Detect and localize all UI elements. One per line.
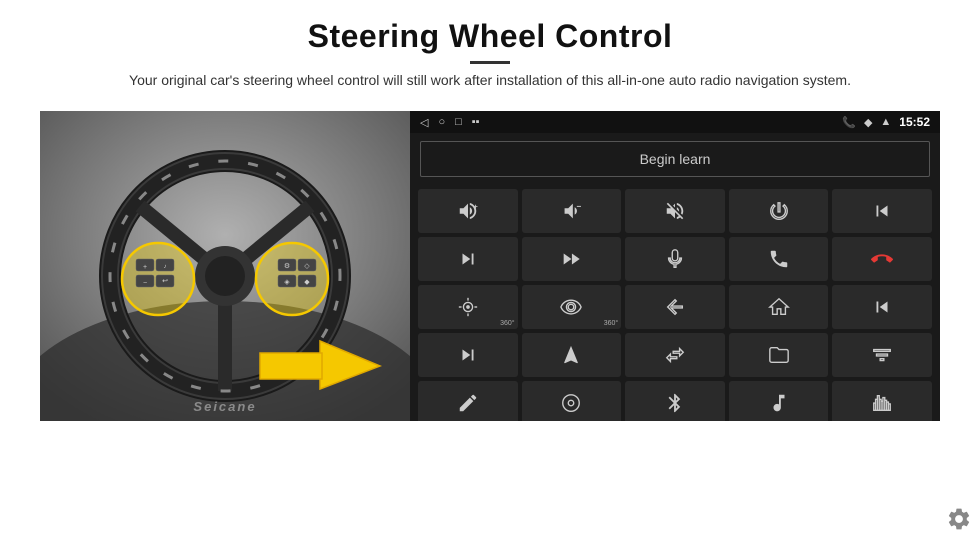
eq-button[interactable] bbox=[832, 333, 932, 377]
folder-button[interactable] bbox=[729, 333, 829, 377]
gear-icon-container[interactable] bbox=[946, 506, 972, 538]
status-bar: ◁ ○ □ ▪▪ 📞 ◆ ▲ 15:52 bbox=[410, 111, 940, 133]
status-left-icons: ◁ ○ □ ▪▪ bbox=[420, 116, 480, 129]
flashlight-button[interactable]: 360° bbox=[418, 285, 518, 329]
skip-back-button[interactable] bbox=[832, 285, 932, 329]
steering-wheel-photo: + − ♪ ↩ ⚙ ◈ ◇ ◆ Seicane bbox=[40, 111, 410, 421]
page-container: Steering Wheel Control Your original car… bbox=[0, 0, 980, 546]
title-section: Steering Wheel Control Your original car… bbox=[129, 18, 851, 103]
nav-home-icon[interactable]: ○ bbox=[438, 116, 445, 128]
svg-text:−: − bbox=[143, 280, 147, 287]
page-subtitle: Your original car's steering wheel contr… bbox=[129, 70, 851, 91]
gps-icon: ◆ bbox=[864, 116, 872, 129]
mic-button[interactable] bbox=[625, 237, 725, 281]
navigate-button[interactable] bbox=[522, 333, 622, 377]
status-right-icons: 📞 ◆ ▲ 15:52 bbox=[842, 115, 930, 129]
title-divider bbox=[470, 61, 510, 64]
content-area: + − ♪ ↩ ⚙ ◈ ◇ ◆ Seicane bbox=[40, 111, 940, 421]
svg-text:−: − bbox=[577, 202, 582, 211]
page-title: Steering Wheel Control bbox=[129, 18, 851, 55]
back-button[interactable] bbox=[625, 285, 725, 329]
waveform-button[interactable] bbox=[832, 381, 932, 421]
nav-back-icon[interactable]: ◁ bbox=[420, 116, 428, 129]
hang-up-button[interactable] bbox=[832, 237, 932, 281]
svg-text:◈: ◈ bbox=[284, 279, 290, 286]
vol-up-button[interactable]: + bbox=[418, 189, 518, 233]
svg-text:Seicane: Seicane bbox=[193, 399, 256, 414]
svg-text:↩: ↩ bbox=[162, 278, 168, 285]
skip-forward-button[interactable] bbox=[418, 333, 518, 377]
music-note-button[interactable] bbox=[729, 381, 829, 421]
begin-learn-button[interactable]: Begin learn bbox=[420, 141, 930, 177]
settings-circle-button[interactable] bbox=[522, 381, 622, 421]
phone-signal-icon: 📞 bbox=[842, 116, 856, 129]
call-button[interactable] bbox=[729, 237, 829, 281]
wifi-icon: ▲ bbox=[880, 116, 891, 128]
pen-button[interactable] bbox=[418, 381, 518, 421]
status-time: 15:52 bbox=[899, 115, 930, 129]
vol-down-button[interactable]: − bbox=[522, 189, 622, 233]
fast-forward-button[interactable] bbox=[522, 237, 622, 281]
power-button[interactable] bbox=[729, 189, 829, 233]
svg-text:+: + bbox=[143, 264, 147, 271]
svg-text:◆: ◆ bbox=[304, 279, 310, 286]
bluetooth-button[interactable] bbox=[625, 381, 725, 421]
home-button[interactable] bbox=[729, 285, 829, 329]
svg-text:◇: ◇ bbox=[304, 263, 310, 270]
svg-text:♪: ♪ bbox=[164, 264, 167, 270]
swap-button[interactable] bbox=[625, 333, 725, 377]
360-view-button[interactable]: 360° bbox=[522, 285, 622, 329]
svg-text:⚙: ⚙ bbox=[284, 262, 290, 270]
android-panel: ◁ ○ □ ▪▪ 📞 ◆ ▲ 15:52 Begin learn bbox=[410, 111, 940, 421]
nav-recents-icon[interactable]: □ bbox=[455, 116, 462, 128]
sim-icon: ▪▪ bbox=[472, 116, 480, 128]
prev-track-button[interactable] bbox=[832, 189, 932, 233]
svg-text:+: + bbox=[473, 202, 477, 211]
icon-grid: + − bbox=[410, 185, 940, 421]
vol-mute-button[interactable] bbox=[625, 189, 725, 233]
begin-learn-row: Begin learn bbox=[410, 133, 940, 185]
play-next-button[interactable] bbox=[418, 237, 518, 281]
